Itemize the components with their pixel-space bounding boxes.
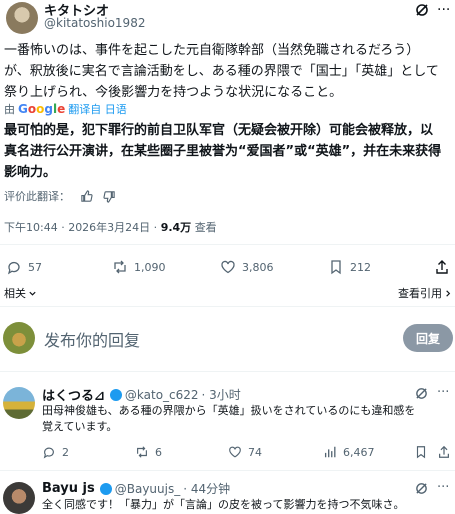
reply-author-handle[interactable]: @Bayuujs_ bbox=[115, 482, 180, 496]
repost-action[interactable]: 1,090 bbox=[112, 259, 166, 275]
reply-author-name[interactable]: はくつる⊿ bbox=[42, 385, 105, 404]
reply-input[interactable]: 发布你的回复 bbox=[44, 327, 140, 351]
reply-submit-button[interactable]: 回复 bbox=[403, 324, 453, 352]
translated-text-line: 最可怕的是，犯下罪行的前自卫队军官（无疑会被开除）可能会被释放，以 bbox=[4, 123, 434, 138]
post-text-line: 祭り上げられ、今後影響力を持つような状況になること。 bbox=[4, 85, 343, 100]
reply-avatar[interactable] bbox=[3, 482, 35, 514]
translation-attribution: 由 Google 翻译自 日语 bbox=[4, 101, 127, 117]
translated-text-line: 影响力。 bbox=[4, 165, 57, 180]
more-options-icon[interactable]: ··· bbox=[437, 385, 449, 400]
reply-time[interactable]: · 44分钟 bbox=[183, 480, 230, 497]
chevron-down-icon bbox=[28, 289, 37, 298]
reply-text: 田母神俊雄も、ある種の界隈から「英雄」扱いをされているのにも違和感を 覚えていま… bbox=[42, 403, 452, 435]
reply-action[interactable]: 2 bbox=[42, 445, 69, 459]
chevron-right-icon bbox=[444, 289, 452, 298]
translated-from-label[interactable]: 翻译自 日语 bbox=[68, 101, 127, 117]
reply-time[interactable]: · 3小时 bbox=[202, 386, 241, 403]
reply-action[interactable]: 57 bbox=[6, 259, 42, 275]
related-toggle[interactable]: 相关 bbox=[4, 285, 37, 301]
rate-translation: 评价此翻译： bbox=[4, 188, 116, 204]
verified-badge-icon bbox=[109, 388, 122, 401]
author-avatar[interactable] bbox=[6, 2, 38, 34]
reply-text: 全く同感です！「暴力」が「言論」の皮を被って影響力を持つ不気味さ。 bbox=[42, 497, 452, 513]
divider bbox=[0, 470, 455, 471]
reply-text-line: 田母神俊雄も、ある種の界隈から「英雄」扱いをされているのにも違和感を bbox=[42, 404, 416, 417]
post-meta: 下午10:44 · 2026年3月24日 · 9.4万 查看 bbox=[4, 219, 217, 235]
heart-icon bbox=[220, 259, 236, 275]
views-count: 6,467 bbox=[343, 445, 375, 459]
divider bbox=[0, 244, 455, 245]
translated-by-prefix: 由 bbox=[4, 103, 15, 116]
repost-icon bbox=[112, 259, 128, 275]
share-icon[interactable] bbox=[437, 445, 451, 459]
divider bbox=[0, 371, 455, 372]
divider bbox=[0, 306, 455, 307]
own-avatar[interactable] bbox=[3, 322, 35, 354]
thumbs-down-icon[interactable] bbox=[103, 190, 116, 203]
bookmark-icon bbox=[328, 259, 344, 275]
grok-icon[interactable] bbox=[415, 387, 428, 400]
views-label: 查看 bbox=[194, 221, 217, 234]
views-count: 9.4万 bbox=[160, 221, 192, 234]
views-action[interactable]: 6,467 bbox=[323, 445, 375, 459]
like-action[interactable]: 74 bbox=[228, 445, 262, 459]
post-text: 一番怖いのは、事件を起こした元自衛隊幹部（当然免職されるだろう） が、釈放後に実… bbox=[4, 40, 454, 103]
reply-text-line: 覚えています。 bbox=[42, 420, 118, 433]
share-icon[interactable] bbox=[434, 259, 450, 275]
repost-count: 6 bbox=[155, 445, 162, 459]
grok-icon[interactable] bbox=[415, 3, 429, 17]
reply-icon bbox=[6, 259, 22, 275]
reply-text-line: 全く同感です！「暴力」が「言論」の皮を被って影響力を持つ不気味さ。 bbox=[42, 498, 405, 511]
repost-action[interactable]: 6 bbox=[135, 445, 162, 459]
like-count: 3,806 bbox=[242, 260, 274, 274]
bookmark-icon[interactable] bbox=[414, 445, 428, 459]
translated-text: 最可怕的是，犯下罪行的前自卫队军官（无疑会被开除）可能会被释放，以 真名进行公开… bbox=[4, 120, 454, 183]
view-quotes-label: 查看引用 bbox=[398, 287, 442, 300]
related-label: 相关 bbox=[4, 287, 26, 300]
post-text-line: が、釈放後に実名で言論活動をし、ある種の界隈で「国士」「英雄」として bbox=[4, 64, 439, 79]
author-handle[interactable]: @kitatoshio1982 bbox=[44, 16, 145, 30]
post-text-line: 一番怖いのは、事件を起こした元自衛隊幹部（当然免職されるだろう） bbox=[4, 43, 420, 58]
like-action[interactable]: 3,806 bbox=[220, 259, 274, 275]
reply-header: はくつる⊿ @kato_c622 · 3小时 bbox=[42, 385, 241, 405]
views-icon bbox=[323, 445, 337, 459]
bookmark-action[interactable]: 212 bbox=[328, 259, 371, 275]
reply-author-handle[interactable]: @kato_c622 bbox=[125, 388, 199, 402]
verified-badge-icon bbox=[99, 482, 112, 495]
translated-text-line: 真名进行公开演讲，在某些圈子里被誉为“爱国者”或“英雄”，并在未来获得 bbox=[4, 144, 442, 159]
reply-author-name[interactable]: Bayu js bbox=[42, 481, 95, 496]
google-logo: Google bbox=[18, 102, 66, 116]
repost-icon bbox=[135, 445, 149, 459]
reply-count: 2 bbox=[62, 445, 69, 459]
repost-count: 1,090 bbox=[134, 260, 166, 274]
grok-icon[interactable] bbox=[415, 482, 428, 495]
more-options-icon[interactable]: ··· bbox=[437, 2, 450, 18]
heart-icon bbox=[228, 445, 242, 459]
post-timestamp[interactable]: 下午10:44 · 2026年3月24日 · bbox=[4, 221, 157, 234]
rate-translation-label: 评价此翻译： bbox=[4, 190, 70, 203]
reply-icon bbox=[42, 445, 56, 459]
reply-count: 57 bbox=[28, 260, 42, 274]
reply-header: Bayu js @Bayuujs_ · 44分钟 bbox=[42, 480, 230, 497]
reply-avatar[interactable] bbox=[3, 387, 35, 419]
view-quotes-link[interactable]: 查看引用 bbox=[398, 285, 452, 301]
like-count: 74 bbox=[248, 445, 262, 459]
more-options-icon[interactable]: ··· bbox=[437, 480, 449, 495]
thumbs-up-icon[interactable] bbox=[80, 189, 93, 203]
bookmark-count: 212 bbox=[350, 260, 371, 274]
